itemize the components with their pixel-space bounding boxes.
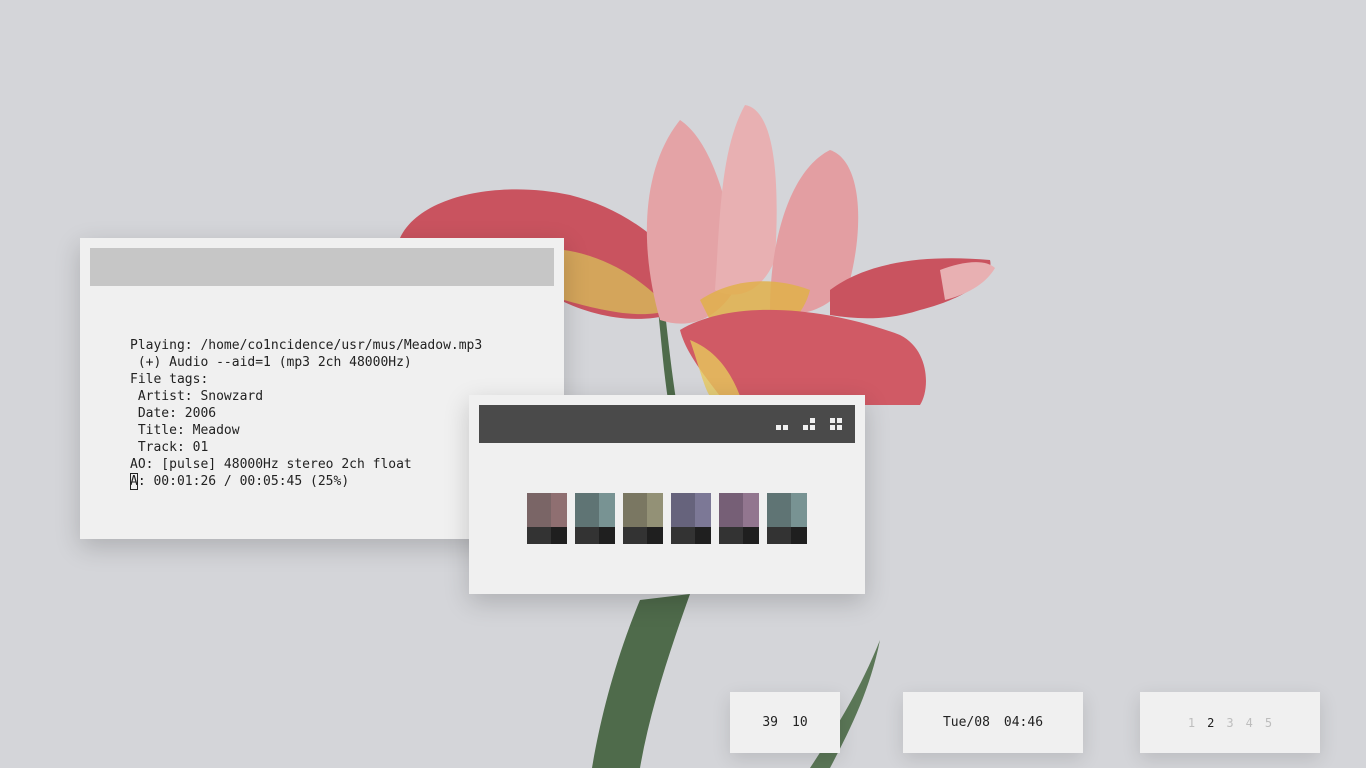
layout-grid-icon[interactable] — [829, 417, 843, 431]
layout-stair-icon[interactable] — [802, 417, 816, 431]
terminal-status-line: A: 00:01:26 / 00:05:45 (25%) — [130, 473, 482, 490]
color-swatch — [623, 493, 663, 544]
swatch-cell — [671, 527, 695, 544]
terminal-line: File tags: — [130, 372, 209, 387]
swatch-cell — [575, 527, 599, 544]
terminal-line: Playing: /home/co1ncidence/usr/mus/Meado… — [130, 338, 483, 353]
color-swatch — [671, 493, 711, 544]
stats-bar: 39 10 — [730, 692, 840, 753]
swatch-cell — [695, 493, 711, 527]
workspace-2[interactable]: 2 — [1207, 716, 1214, 730]
color-swatch — [527, 493, 567, 544]
swatch-cell — [575, 493, 599, 527]
swatch-cell — [671, 493, 695, 527]
swatch-cell — [623, 493, 647, 527]
time-label: 04:46 — [1003, 715, 1044, 730]
swatch-cell — [791, 493, 807, 527]
workspace-4[interactable]: 4 — [1246, 716, 1253, 730]
color-swatch-row — [527, 493, 815, 544]
swatch-cell — [743, 527, 759, 544]
clock-bar: Tue/08 04:46 — [903, 692, 1083, 753]
swatch-cell — [791, 527, 807, 544]
swatch-cell — [599, 527, 615, 544]
layout-horizontal-icon[interactable] — [775, 417, 789, 431]
swatch-cell — [527, 493, 551, 527]
terminal-titlebar[interactable] — [90, 248, 554, 286]
swatch-cell — [719, 493, 743, 527]
swatch-cell — [719, 527, 743, 544]
palette-titlebar[interactable] — [479, 405, 855, 443]
swatch-cell — [743, 493, 759, 527]
swatch-cell — [767, 527, 791, 544]
color-swatch — [575, 493, 615, 544]
terminal-output[interactable]: Playing: /home/co1ncidence/usr/mus/Meado… — [130, 337, 482, 490]
swatch-cell — [767, 493, 791, 527]
date-label: Tue/08 — [942, 715, 990, 730]
color-swatch — [767, 493, 807, 544]
terminal-line: Date: 2006 — [130, 406, 217, 421]
terminal-line: AO: [pulse] 48000Hz stereo 2ch float — [130, 457, 412, 472]
stat-value: 39 — [762, 715, 778, 730]
swatch-cell — [527, 527, 551, 544]
terminal-cursor: A — [130, 473, 138, 490]
color-palette-window[interactable] — [469, 395, 865, 594]
workspace-bar: 12345 — [1140, 692, 1320, 753]
terminal-line: Track: 01 — [130, 440, 209, 455]
swatch-cell — [599, 493, 615, 527]
terminal-line: Title: Meadow — [130, 423, 240, 438]
swatch-cell — [551, 493, 567, 527]
swatch-cell — [623, 527, 647, 544]
swatch-cell — [647, 527, 663, 544]
swatch-cell — [551, 527, 567, 544]
playback-status: : 00:01:26 / 00:05:45 (25%) — [137, 474, 350, 489]
stat-value: 10 — [792, 715, 808, 730]
workspace-1[interactable]: 1 — [1188, 716, 1195, 730]
swatch-cell — [695, 527, 711, 544]
terminal-line: (+) Audio --aid=1 (mp3 2ch 48000Hz) — [130, 355, 412, 370]
workspace-5[interactable]: 5 — [1265, 716, 1272, 730]
swatch-cell — [647, 493, 663, 527]
workspace-3[interactable]: 3 — [1226, 716, 1233, 730]
color-swatch — [719, 493, 759, 544]
terminal-line: Artist: Snowzard — [130, 389, 264, 404]
